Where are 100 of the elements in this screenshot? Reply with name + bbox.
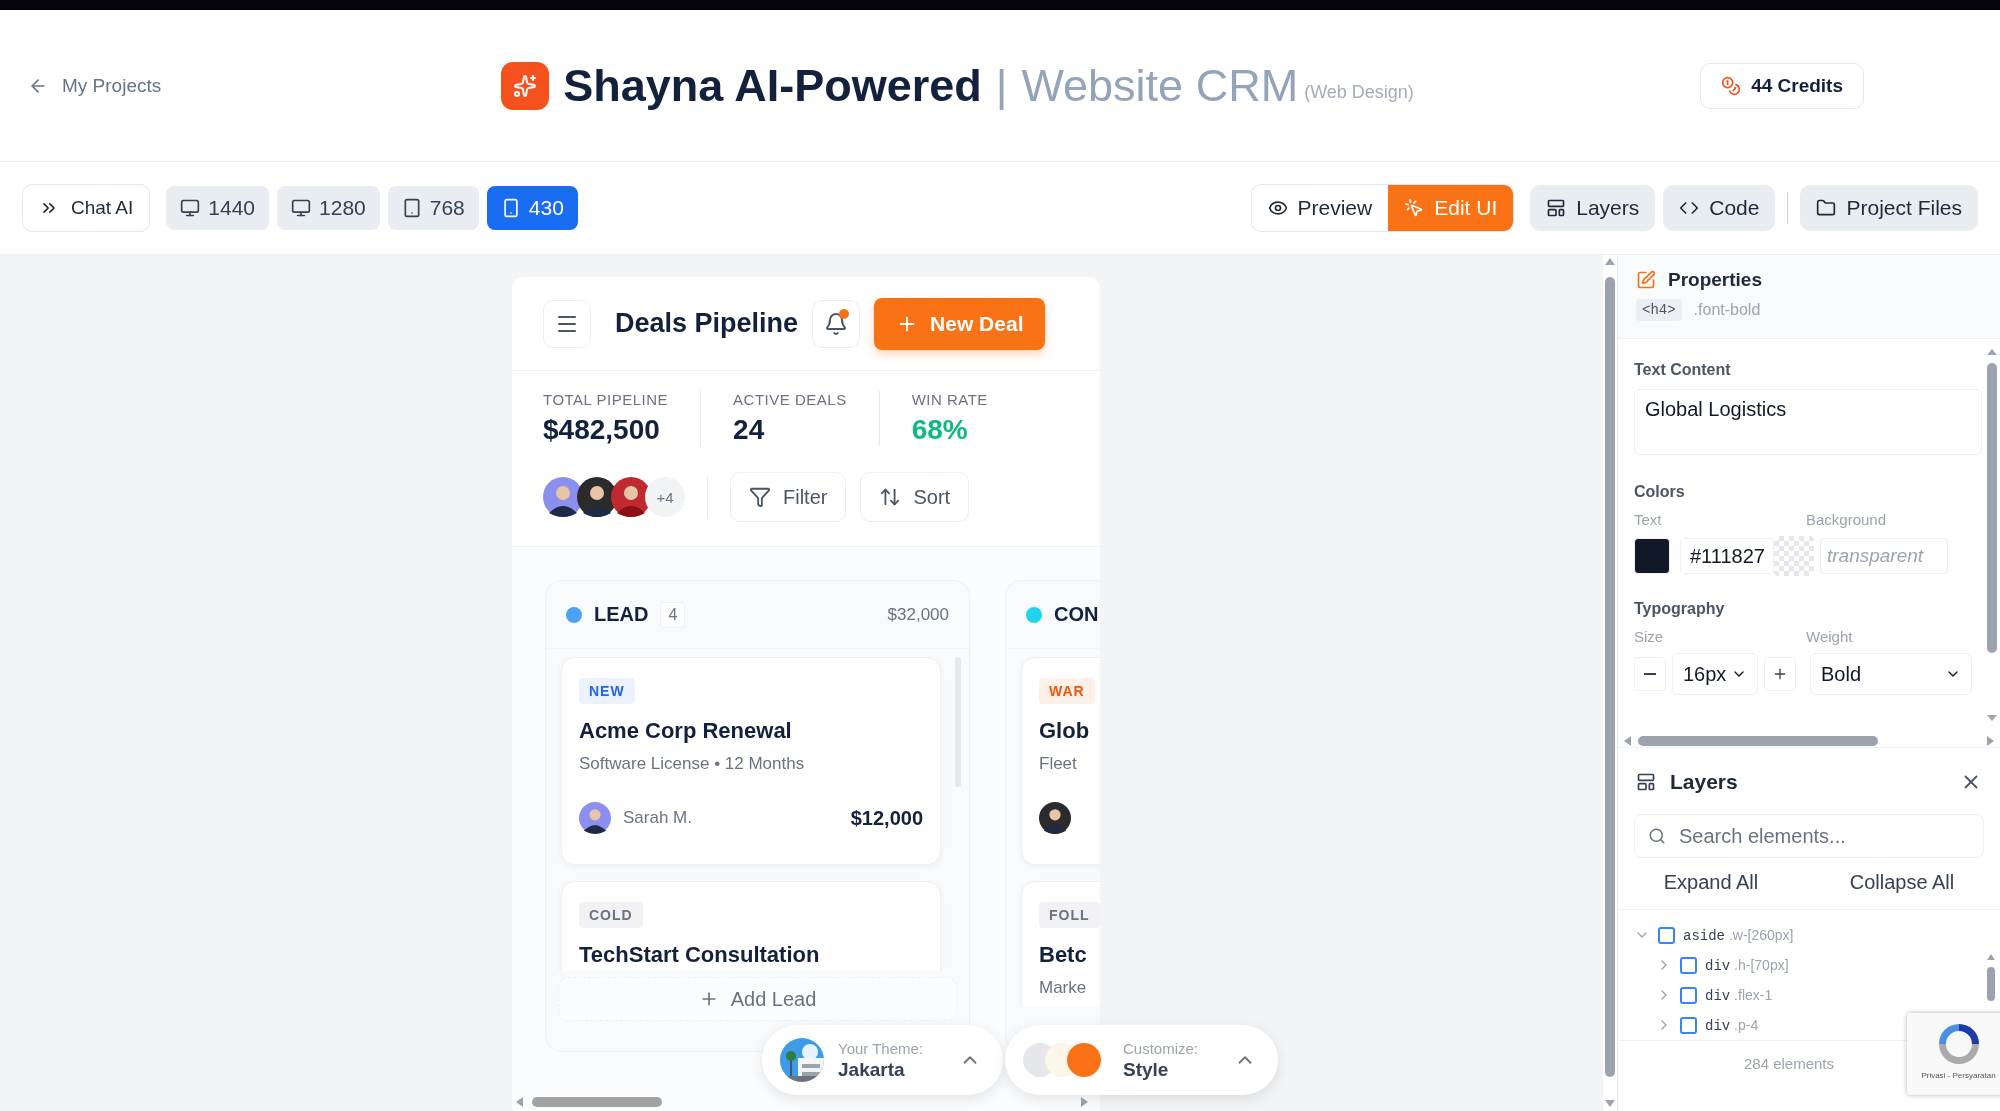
stat-value: 68% — [911, 414, 969, 446]
panel-title: Properties — [1668, 269, 1762, 291]
field-label: Text — [1634, 511, 1663, 528]
toolbar-button[interactable]: Layers — [1530, 185, 1656, 231]
decrease-button[interactable] — [1634, 657, 1666, 691]
bell-icon — [824, 311, 849, 336]
deal-card[interactable]: WAR Glob Fleet — [1021, 657, 1100, 865]
project-subtitle: Website CRM — [1021, 59, 1299, 112]
project-files-button[interactable]: Project Files — [1800, 185, 1978, 231]
deal-tag: WAR — [1039, 678, 1095, 704]
deal-card[interactable]: NEW Acme Corp Renewal Software License • 12 Months Sarah M. $12,000 — [561, 657, 941, 865]
deal-title: TechStart Consultation — [579, 942, 821, 968]
stat-value: 24 — [733, 414, 766, 446]
transparent-swatch[interactable] — [1774, 536, 1814, 576]
folder-icon — [1816, 198, 1837, 218]
filter-icon — [749, 486, 771, 508]
background-color-field[interactable]: transparent — [1820, 538, 1948, 574]
deal-title: Acme Corp Renewal — [579, 718, 793, 744]
checkbox[interactable] — [1680, 956, 1697, 974]
viewport-button[interactable]: 1280 — [277, 186, 380, 230]
deal-amount: $12,000 — [850, 806, 923, 830]
customize-label: Customize: — [1123, 1039, 1199, 1057]
layer-label[interactable]: div .flex-1 — [1705, 986, 1773, 1004]
text-content-field[interactable]: Global Logistics — [1634, 389, 1982, 455]
expand-all-button[interactable]: Expand All — [1657, 870, 1765, 895]
customize-picker[interactable]: Customize: Style — [1005, 1025, 1279, 1095]
deal-subtitle: Marke — [1039, 978, 1088, 998]
layout-icon — [1636, 772, 1656, 792]
deal-title: Betc — [1039, 942, 1088, 968]
panel-title: Layers — [1670, 770, 1738, 794]
deal-count: 4 — [660, 601, 686, 628]
deal-card[interactable]: FOLL Betc Marke — [1021, 881, 1100, 1007]
layer-label[interactable]: div .p-4 — [1705, 1016, 1759, 1034]
project-category: (Web Design) — [1304, 82, 1414, 103]
stat-label: WIN RATE — [911, 391, 988, 408]
project-title: Shayna AI-Powered — [563, 59, 982, 112]
filter-button[interactable]: Filter — [730, 472, 847, 522]
avatar — [1039, 802, 1071, 834]
collapse-all-button[interactable]: Collapse All — [1843, 870, 1961, 895]
viewport-button[interactable]: 768 — [387, 186, 479, 230]
minus-icon — [1644, 673, 1656, 675]
checkbox[interactable] — [1658, 926, 1675, 944]
search-icon — [1648, 827, 1666, 845]
theme-picker[interactable]: Your Theme: Jakarta — [762, 1025, 1004, 1095]
pointer-icon — [1404, 198, 1425, 218]
monitor-icon — [180, 198, 201, 218]
checkbox[interactable] — [1680, 1016, 1697, 1034]
search-field[interactable]: Search elements... — [1634, 814, 1984, 858]
scrollbar[interactable] — [1986, 953, 1996, 1003]
chat-button[interactable]: Chat AI — [22, 184, 151, 232]
section-label: Colors — [1634, 483, 1686, 501]
avatar — [543, 477, 583, 517]
credits-button[interactable]: 44 Credits — [1700, 62, 1864, 109]
element-count: 284 elements — [1743, 1055, 1835, 1072]
field-label: Weight — [1806, 628, 1854, 645]
toolbar-button[interactable]: Code — [1663, 185, 1776, 231]
stat-label: ACTIVE DEALS — [733, 391, 847, 408]
column-title: CON — [1054, 603, 1099, 626]
menu-button[interactable] — [543, 299, 591, 348]
increase-button[interactable] — [1764, 657, 1796, 691]
element-tag: <h4> — [1636, 299, 1682, 321]
viewport-button[interactable]: 430 — [486, 186, 578, 230]
add-lead-button[interactable]: Add Lead — [558, 977, 957, 1021]
section-label: Typography — [1634, 600, 1726, 618]
deal-subtitle: Fleet — [1039, 754, 1078, 774]
checkbox[interactable] — [1680, 986, 1697, 1004]
recaptcha-links[interactable]: Privasi - Persyaratan — [1921, 1071, 1996, 1080]
recaptcha-badge[interactable]: Privasi - Persyaratan — [1907, 1013, 2000, 1095]
scrollbar[interactable] — [1622, 735, 1996, 747]
page-title: Deals Pipeline — [615, 308, 799, 339]
edit-icon — [1636, 270, 1656, 290]
column-title: LEAD — [594, 603, 649, 626]
field-label: Size — [1634, 628, 1665, 645]
title-separator: | — [995, 59, 1008, 112]
deal-subtitle: Software License • 12 Months — [579, 754, 806, 774]
back-link[interactable]: My Projects — [28, 74, 162, 97]
deal-card[interactable]: COLD TechStart Consultation — [561, 881, 941, 971]
viewport-button[interactable]: 1440 — [166, 186, 270, 230]
monitor-icon — [291, 198, 312, 218]
more-members: +4 — [645, 477, 685, 517]
sort-button[interactable]: Sort — [860, 472, 970, 522]
customize-value: Style — [1123, 1058, 1170, 1081]
avatar — [577, 477, 617, 517]
theme-label: Your Theme: — [838, 1039, 924, 1057]
stat-value: $482,500 — [543, 414, 661, 446]
color-swatch[interactable] — [1634, 538, 1670, 574]
layout-icon — [1546, 198, 1567, 218]
deal-tag: COLD — [579, 902, 643, 928]
coins-icon — [1721, 75, 1742, 96]
deal-tag: FOLL — [1039, 902, 1100, 928]
deal-title: Glob — [1039, 718, 1091, 744]
stat-label: TOTAL PIPELINE — [543, 391, 669, 408]
layer-label[interactable]: div .h-[70px] — [1705, 956, 1789, 974]
size-select[interactable]: 16px — [1672, 653, 1758, 695]
eye-icon — [1267, 198, 1288, 218]
layer-label[interactable]: aside .w-[260px] — [1683, 926, 1794, 944]
deal-tag: NEW — [579, 678, 635, 704]
theme-name: Jakarta — [838, 1058, 906, 1081]
weight-select[interactable]: Bold — [1810, 653, 1972, 695]
notification-button[interactable] — [812, 299, 861, 348]
